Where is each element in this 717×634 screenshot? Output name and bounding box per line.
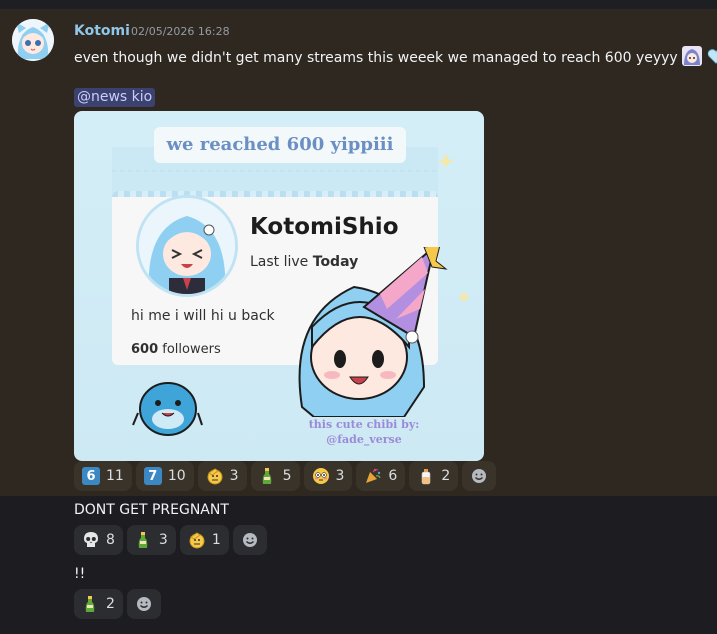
reaction-bottle[interactable]: 3 [126,525,176,555]
banner-title: we reached 600 yippiii [154,127,406,163]
message-block: Kotomi 02/05/2026 16:28 even though we d… [0,9,717,496]
reaction-saluting-face[interactable]: 1 [179,525,229,555]
reaction-count: 5 [282,468,292,484]
reaction-baby-bottle[interactable]: 2 [409,461,459,491]
reaction-saluting-face[interactable]: 3 [197,461,247,491]
skull-icon [82,531,100,549]
reaction-bottle[interactable]: 2 [74,589,123,619]
reaction-count: 11 [106,468,124,484]
reaction-flushed-face[interactable]: 3 [303,461,353,491]
reaction-count: 6 [388,468,398,484]
reaction-count: 3 [229,468,239,484]
bottle-icon [259,467,277,485]
saluting-face-icon [188,531,206,549]
add-reaction-button[interactable] [232,525,267,555]
add-reaction-icon [470,467,488,485]
reaction-count: 3 [335,468,345,484]
reaction-party-popper[interactable]: 6 [356,461,406,491]
reaction-keycap-6[interactable]: 6 11 [74,461,132,491]
reaction-count: 2 [106,596,115,612]
username[interactable]: Kotomi [74,23,130,39]
message-timestamp: 02/05/2026 16:28 [131,25,230,38]
panel-stripe [112,191,438,197]
blue-creature-icon [132,382,203,436]
flushed-face-icon [312,467,330,485]
top-divider [0,0,717,9]
profile-bio: hi me i will hi u back [131,308,275,324]
profile-avatar [136,195,238,297]
followup-message-1: DONT GET PREGNANT [74,502,229,518]
bottle-icon [82,595,100,613]
emote-chibi-icon [681,46,702,66]
add-reaction-button[interactable] [126,589,161,619]
reaction-keycap-7[interactable]: 7 10 [135,461,194,491]
add-reaction-icon [135,595,153,613]
bottle-icon [135,531,153,549]
reaction-count: 3 [158,532,168,548]
add-reaction-button[interactable] [462,461,497,491]
user-avatar[interactable] [12,19,54,61]
emote-heart-icon [706,46,717,66]
baby-bottle-icon [417,467,435,485]
followers-count: 600 followers [131,342,221,357]
reaction-count: 2 [441,468,451,484]
message-body: even though we didn't get many streams t… [74,50,678,66]
reaction-count: 10 [167,468,186,484]
party-popper-icon [364,467,382,485]
followup-messages: DONT GET PREGNANT 8 3 1 !! 2 [0,496,717,634]
credit-line-1: this cute chibi by: [308,418,420,431]
message-reactions: 6 11 7 10 3 5 3 6 2 [74,461,497,491]
followers-number: 600 [131,342,159,357]
add-reaction-icon [241,531,259,549]
mention-news-kio[interactable]: @news kio [74,88,156,107]
attachment-image[interactable]: we reached 600 yippiii KotomiShio Last l… [74,111,484,461]
artist-credit: this cute chibi by: @fade_verse [304,417,424,447]
reaction-bottle[interactable]: 5 [250,461,300,491]
followup-message-2: !! [74,566,86,582]
followup-1-reactions: 8 3 1 [74,525,267,555]
saluting-face-icon [206,467,224,485]
followers-label: followers [162,342,221,357]
followup-2-reactions: 2 [74,589,161,619]
keycap-6-icon: 6 [82,467,100,485]
profile-name: KotomiShio [250,214,399,240]
reaction-skull[interactable]: 8 [74,525,123,555]
keycap-7-icon: 7 [143,467,162,485]
reaction-count: 8 [106,532,115,548]
credit-line-2: @fade_verse [326,433,402,446]
chibi-party-hat-illustration [298,247,448,417]
message-text: even though we didn't get many streams t… [74,46,717,66]
reaction-count: 1 [211,532,221,548]
